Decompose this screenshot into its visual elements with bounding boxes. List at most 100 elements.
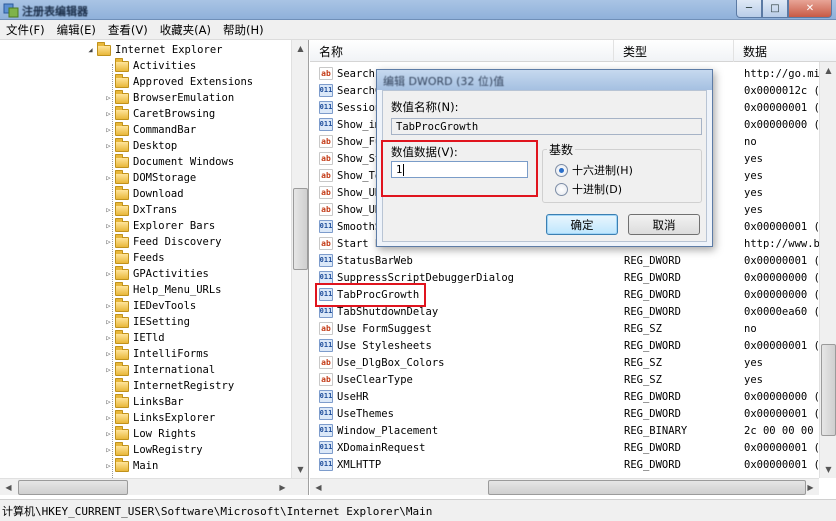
expand-arrow-icon[interactable]: ▷	[104, 206, 113, 214]
tree-item[interactable]: ▷ LinksExplorer	[104, 409, 215, 426]
dec-radio[interactable]: 十进制(D)	[555, 181, 622, 197]
list-vertical-scrollbar[interactable]: ▲ ▼	[819, 62, 836, 478]
list-row[interactable]: 011 StatusBarWeb REG_DWORD 0x00000001 (	[310, 252, 836, 269]
list-hscroll-thumb[interactable]	[488, 480, 806, 495]
tree-item-label: Feeds	[133, 252, 165, 264]
scroll-down-arrow-icon[interactable]: ▼	[292, 461, 308, 478]
list-row[interactable]: ab UseClearType REG_SZ yes	[310, 371, 836, 388]
list-row[interactable]: 011 UseThemes REG_DWORD 0x00000001 (	[310, 405, 836, 422]
list-row[interactable]: ab Use FormSuggest REG_SZ no	[310, 320, 836, 337]
expand-arrow-icon[interactable]: ▷	[104, 414, 113, 422]
tree-item[interactable]: ▷ International	[104, 361, 215, 378]
scroll-left-arrow-icon[interactable]: ◀	[310, 479, 327, 495]
expand-arrow-icon[interactable]: ▷	[104, 126, 113, 134]
scroll-left-arrow-icon[interactable]: ◀	[0, 479, 17, 495]
expand-arrow-icon[interactable]: ▷	[104, 318, 113, 326]
list-row[interactable]: 011 XMLHTTP REG_DWORD 0x00000001 (	[310, 456, 836, 473]
expand-arrow-icon[interactable]: ▷	[104, 142, 113, 150]
expand-arrow-icon[interactable]: ▷	[104, 462, 113, 470]
scroll-down-arrow-icon[interactable]: ▼	[820, 461, 836, 478]
tree-item-label: IEDevTools	[133, 300, 197, 312]
expand-arrow-icon[interactable]: ▷	[104, 334, 113, 342]
expand-arrow-icon[interactable]: ▷	[104, 302, 113, 310]
list-scroll-thumb[interactable]	[821, 344, 836, 436]
expand-arrow-icon[interactable]: ▷	[104, 270, 113, 278]
expand-arrow-icon[interactable]: ▷	[104, 222, 113, 230]
minimize-button[interactable]: ─	[736, 0, 762, 18]
tree-item[interactable]: ▷ LinksBar	[104, 393, 184, 410]
ok-button[interactable]: 确定	[546, 214, 618, 235]
column-header-type[interactable]: 类型	[614, 40, 734, 62]
scroll-up-arrow-icon[interactable]: ▲	[820, 62, 836, 79]
expand-arrow-icon[interactable]: ▷	[104, 110, 113, 118]
value-name: UseHR	[337, 390, 369, 403]
tree-item[interactable]: ▷ Low Rights	[104, 425, 197, 442]
expand-arrow-icon[interactable]: ▷	[104, 366, 113, 374]
registry-tree[interactable]: ◢ Internet Explorer Activities Approved E…	[0, 40, 309, 495]
column-header-name[interactable]: 名称	[310, 40, 614, 62]
menu-help[interactable]: 帮助(H)	[217, 22, 270, 38]
cancel-button[interactable]: 取消	[628, 214, 700, 235]
menu-view[interactable]: 查看(V)	[102, 22, 154, 38]
close-button[interactable]: ✕	[788, 0, 832, 18]
menu-favorites[interactable]: 收藏夹(A)	[154, 22, 217, 38]
tree-item[interactable]: ▷ IntelliForms	[104, 345, 209, 362]
tree-item[interactable]: Approved Extensions	[104, 73, 253, 90]
list-row[interactable]: ab Use_DlgBox_Colors REG_SZ yes	[310, 354, 836, 371]
tree-item[interactable]: ▷ Main	[104, 457, 158, 474]
tree-item[interactable]: ▷ Desktop	[104, 137, 177, 154]
tree-item[interactable]: ▷ LowRegistry	[104, 441, 203, 458]
expand-arrow-icon[interactable]: ▷	[104, 94, 113, 102]
tree-item[interactable]: Download	[104, 185, 184, 202]
hex-radio[interactable]: 十六进制(H)	[555, 162, 633, 178]
tree-item[interactable]: ▷ IEDevTools	[104, 297, 197, 314]
list-row[interactable]: 011 UseHR REG_DWORD 0x00000000 (	[310, 388, 836, 405]
expand-arrow-icon[interactable]: ▷	[104, 446, 113, 454]
tree-item[interactable]: Feeds	[104, 249, 165, 266]
expand-arrow-icon[interactable]: ▷	[104, 350, 113, 358]
tree-hscroll-thumb[interactable]	[18, 480, 128, 495]
tree-item[interactable]: ▷ Explorer Bars	[104, 217, 215, 234]
value-data: yes	[744, 186, 763, 199]
tree-item[interactable]: ▷ DxTrans	[104, 201, 177, 218]
value-data: 2c 00 00 00	[744, 424, 814, 437]
radio-unselected-icon[interactable]	[555, 182, 568, 196]
radio-selected-icon[interactable]	[555, 163, 568, 177]
tree-item-label: Low Rights	[133, 428, 197, 440]
tree-item[interactable]: Activities	[104, 57, 196, 74]
list-row[interactable]: 011 XDomainRequest REG_DWORD 0x00000001 (	[310, 439, 836, 456]
tree-vertical-scrollbar[interactable]: ▲ ▼	[291, 40, 308, 478]
tree-item[interactable]: InternetRegistry	[104, 377, 234, 394]
column-header-data[interactable]: 数据	[734, 40, 836, 62]
binary-value-icon: 011	[319, 84, 333, 97]
tree-item[interactable]: ▷ IETld	[104, 329, 165, 346]
tree-horizontal-scrollbar[interactable]: ◀ ▶	[0, 478, 308, 495]
tree-item[interactable]: ▷ BrowserEmulation	[104, 89, 234, 106]
folder-icon	[115, 345, 129, 360]
menu-edit[interactable]: 编辑(E)	[51, 22, 102, 38]
tree-item[interactable]: ▷ IESetting	[104, 313, 190, 330]
list-horizontal-scrollbar[interactable]: ◀ ▶	[310, 478, 819, 495]
tree-item[interactable]: ▷ Feed Discovery	[104, 233, 222, 250]
expand-arrow-icon[interactable]: ▷	[104, 430, 113, 438]
tree-item[interactable]: ▷ GPActivities	[104, 265, 209, 282]
value-type: REG_DWORD	[624, 407, 681, 420]
expand-arrow-icon[interactable]: ▷	[104, 174, 113, 182]
maximize-button[interactable]: □	[762, 0, 788, 18]
list-row[interactable]: 011 Window_Placement REG_BINARY 2c 00 00 00	[310, 422, 836, 439]
list-row[interactable]: 011 Use Stylesheets REG_DWORD 0x00000001 (	[310, 337, 836, 354]
collapse-arrow-icon[interactable]: ◢	[86, 46, 95, 54]
expand-arrow-icon[interactable]: ▷	[104, 238, 113, 246]
tree-item[interactable]: Document Windows	[104, 153, 234, 170]
menu-file[interactable]: 文件(F)	[0, 22, 51, 38]
tree-item-internet-explorer[interactable]: ◢ Internet Explorer	[86, 41, 222, 58]
scroll-right-arrow-icon[interactable]: ▶	[802, 479, 819, 495]
scroll-up-arrow-icon[interactable]: ▲	[292, 40, 308, 57]
tree-item[interactable]: ▷ DOMStorage	[104, 169, 196, 186]
scroll-right-arrow-icon[interactable]: ▶	[274, 479, 291, 495]
expand-arrow-icon[interactable]: ▷	[104, 398, 113, 406]
tree-item[interactable]: ▷ CommandBar	[104, 121, 196, 138]
tree-item[interactable]: ▷ CaretBrowsing	[104, 105, 215, 122]
tree-item[interactable]: Help_Menu_URLs	[104, 281, 222, 298]
tree-scroll-thumb[interactable]	[293, 188, 308, 270]
